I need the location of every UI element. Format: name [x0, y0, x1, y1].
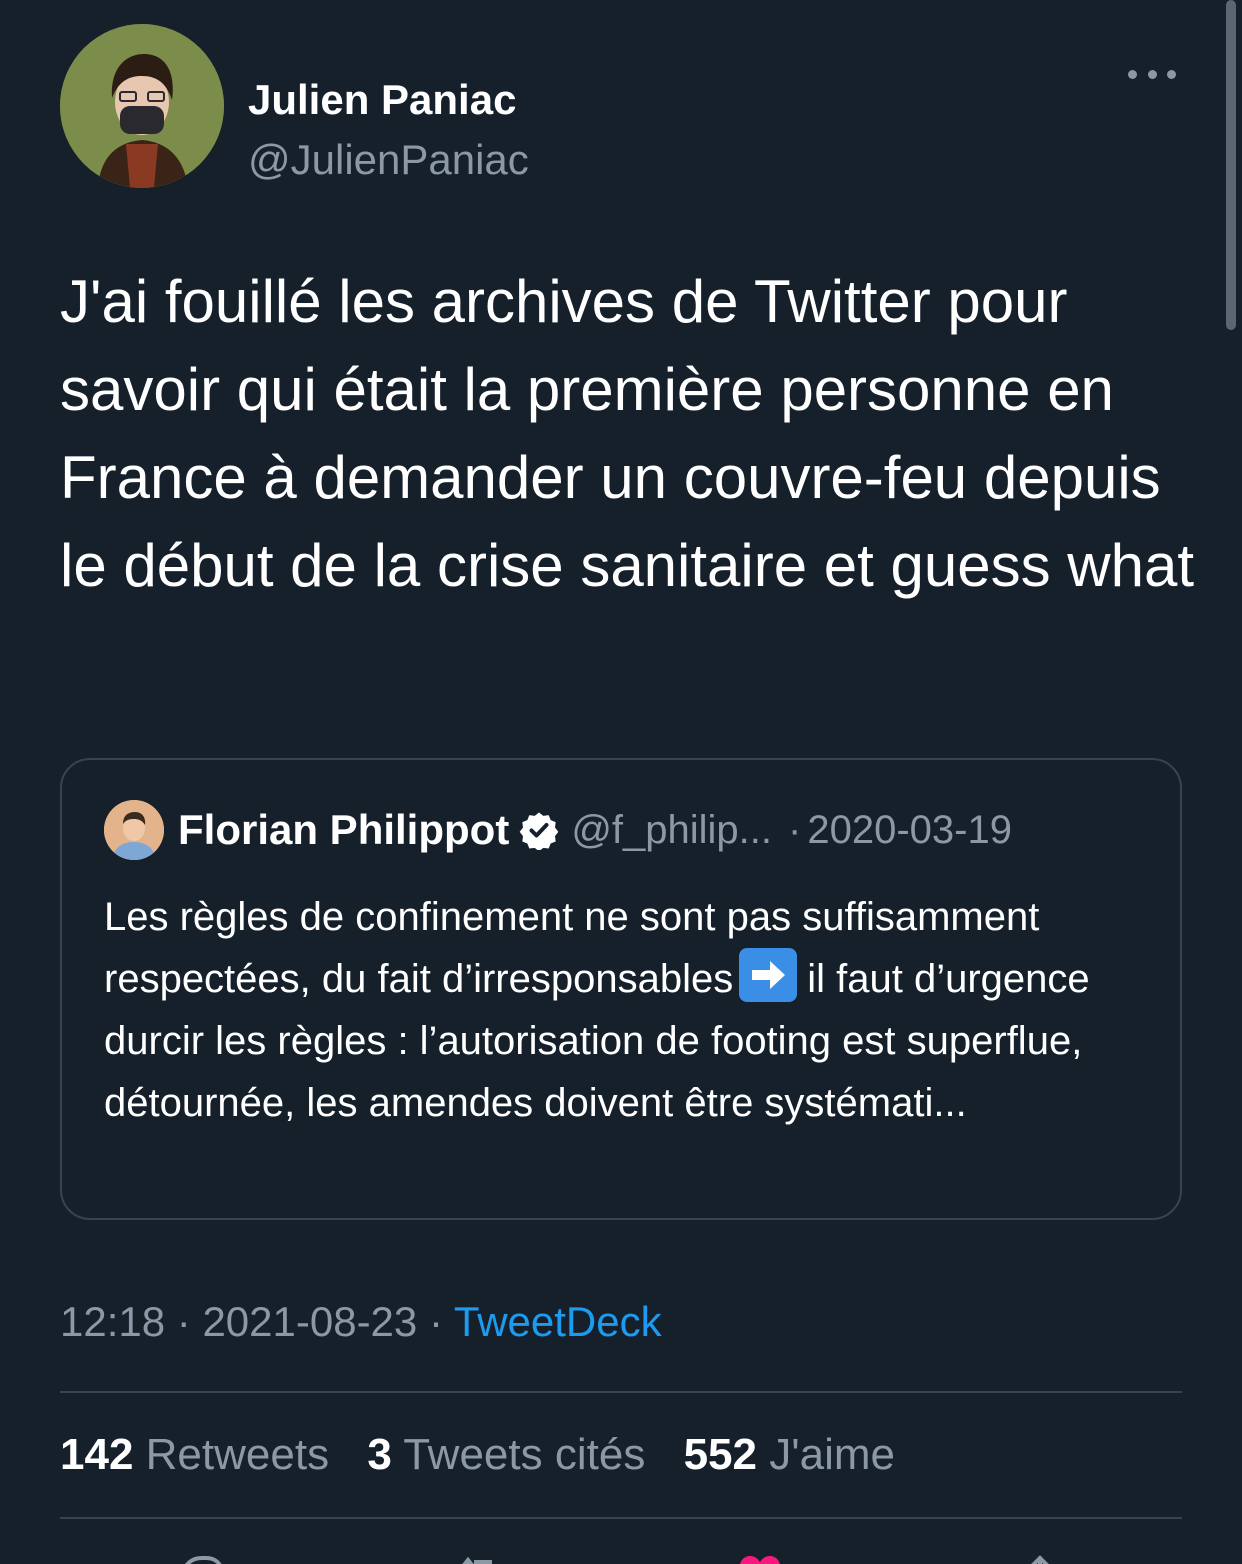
quoted-author-avatar[interactable]	[104, 800, 164, 860]
more-icon[interactable]	[1128, 62, 1176, 86]
share-icon[interactable]	[1010, 1552, 1070, 1564]
reply-icon[interactable]	[170, 1552, 230, 1564]
meta-separator: ·	[417, 1298, 454, 1345]
verified-icon	[519, 812, 559, 850]
tweet-header: Julien Paniac @JulienPaniac	[60, 24, 1182, 189]
tweet-action-bar	[60, 1552, 1182, 1564]
author-name[interactable]: Julien Paniac	[248, 76, 516, 124]
quoted-tweet[interactable]: Florian Philippot @f_philip... · 2020-03…	[60, 758, 1182, 1220]
tweet-stats: 142 Retweets 3 Tweets cités 552 J'aime	[60, 1430, 921, 1480]
quoted-tweet-text: Les règles de confinement ne sont pas su…	[104, 886, 1144, 1134]
tweet-detail-view: Julien Paniac @JulienPaniac J'ai fouillé…	[0, 0, 1242, 1564]
quoted-author-name: Florian Philippot	[178, 806, 510, 853]
like-icon[interactable]	[730, 1552, 790, 1564]
tweet-date[interactable]: 2021-08-23	[202, 1298, 417, 1345]
divider	[60, 1517, 1182, 1519]
author-avatar[interactable]	[60, 24, 224, 188]
separator-dot: ·	[788, 807, 802, 852]
retweets-label: Retweets	[145, 1430, 330, 1479]
likes-stat[interactable]: 552 J'aime	[684, 1430, 895, 1479]
tweet-meta: 12:18 · 2021-08-23 · TweetDeck	[60, 1298, 662, 1346]
tweet-time[interactable]: 12:18	[60, 1298, 165, 1345]
retweet-icon[interactable]	[450, 1552, 510, 1564]
quotes-count: 3	[367, 1430, 392, 1479]
tweet-text: J'ai fouillé les archives de Twitter pou…	[60, 268, 1194, 599]
scrollbar[interactable]	[1226, 0, 1236, 330]
meta-separator: ·	[165, 1298, 203, 1345]
quoted-tweet-date: 2020-03-19	[807, 807, 1012, 852]
quotes-stat[interactable]: 3 Tweets cités	[367, 1430, 645, 1479]
quoted-tweet-header: Florian Philippot @f_philip... · 2020-03…	[104, 798, 1012, 862]
author-handle[interactable]: @JulienPaniac	[248, 136, 529, 184]
retweets-count: 142	[60, 1430, 134, 1479]
retweets-stat[interactable]: 142 Retweets	[60, 1430, 329, 1479]
quotes-label: Tweets cités	[403, 1430, 646, 1479]
divider	[60, 1391, 1182, 1393]
likes-label: J'aime	[769, 1430, 895, 1479]
likes-count: 552	[683, 1430, 757, 1479]
arrow-right-emoji	[739, 948, 798, 1002]
tweet-source-link[interactable]: TweetDeck	[454, 1298, 662, 1345]
quoted-author-handle: @f_philip...	[571, 807, 773, 852]
